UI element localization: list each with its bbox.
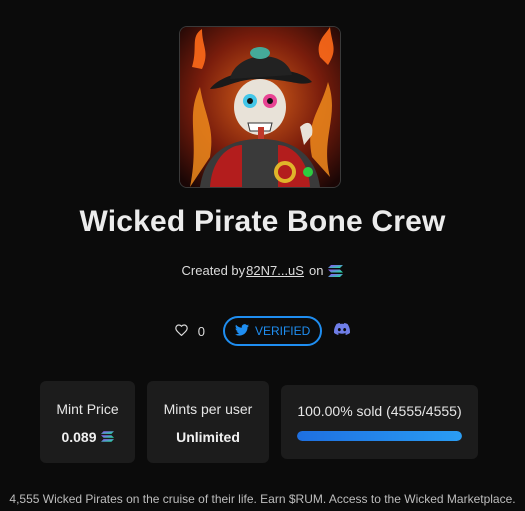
like-count: 0 [197,323,205,339]
collection-description: 4,555 Wicked Pirates on the cruise of th… [9,492,516,506]
mint-price-label: Mint Price [56,401,119,417]
discord-icon [334,322,351,340]
solana-icon [100,429,114,445]
solana-icon [328,264,344,277]
sold-progress-card: 100.00% sold (4555/4555) [281,385,478,459]
discord-link[interactable] [334,322,351,340]
mint-price-value-row: 0.089 [40,429,135,445]
social-bar: 0 VERIFIED [0,316,525,346]
mints-per-user-card: Mints per user Unlimited [147,381,269,463]
twitter-verified-badge[interactable]: VERIFIED [222,316,323,346]
sold-label: 100.00% sold (4555/4555) [297,403,462,419]
heart-icon [174,323,188,339]
mint-price-value: 0.089 [61,429,97,445]
collection-cover-image [179,26,341,188]
twitter-icon [234,323,249,339]
mints-per-user-label: Mints per user [163,401,253,417]
mint-price-card: Mint Price 0.089 [40,381,135,463]
creator-line: Created by 82N7...uS on [0,263,525,278]
collection-title: Wicked Pirate Bone Crew [79,205,446,238]
created-by-label: Created by [181,263,246,278]
on-label: on [308,263,324,278]
mints-per-user-value: Unlimited [176,429,240,445]
sold-progress-bar [297,431,462,441]
verified-label: VERIFIED [254,324,311,338]
sold-progress-fill [297,431,462,441]
like-button[interactable]: 0 [174,323,205,339]
creator-address-link[interactable]: 82N7...uS [246,263,304,278]
